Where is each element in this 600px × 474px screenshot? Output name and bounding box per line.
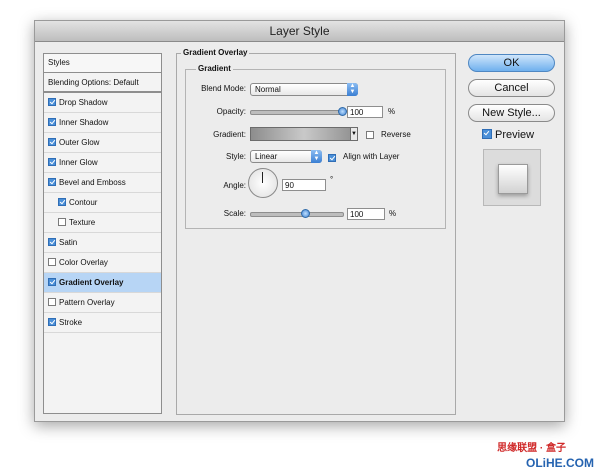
styles-header[interactable]: Styles bbox=[44, 54, 161, 73]
select-arrows-icon: ▲ ▼ bbox=[347, 83, 358, 96]
style-item-drop-shadow[interactable]: Drop Shadow bbox=[44, 93, 161, 113]
scale-label: Scale: bbox=[223, 209, 246, 218]
checkbox[interactable] bbox=[48, 178, 56, 186]
opacity-slider-knob[interactable] bbox=[338, 107, 347, 116]
checkbox[interactable] bbox=[48, 158, 56, 166]
style-item-color-overlay[interactable]: Color Overlay bbox=[44, 253, 161, 273]
checkbox[interactable] bbox=[48, 318, 56, 326]
preview-checkbox[interactable] bbox=[482, 129, 492, 139]
angle-unit: ° bbox=[330, 175, 334, 184]
group-title: Gradient bbox=[196, 64, 233, 73]
opacity-input[interactable]: 100 bbox=[347, 106, 383, 118]
gradient-dropdown-icon[interactable]: ▼ bbox=[350, 127, 358, 141]
scale-slider[interactable] bbox=[250, 212, 344, 217]
section-title: Gradient Overlay bbox=[181, 48, 250, 57]
checkbox[interactable] bbox=[48, 278, 56, 286]
blend-mode-select[interactable]: Normal ▲ ▼ bbox=[250, 83, 358, 96]
style-item-satin[interactable]: Satin bbox=[44, 233, 161, 253]
new-style-button[interactable]: New Style... bbox=[468, 104, 555, 122]
reverse-checkbox[interactable] bbox=[366, 131, 374, 139]
reverse-label: Reverse bbox=[381, 130, 411, 139]
style-item-stroke[interactable]: Stroke bbox=[44, 313, 161, 333]
style-item-outer-glow[interactable]: Outer Glow bbox=[44, 133, 161, 153]
scale-slider-knob[interactable] bbox=[301, 209, 310, 218]
ok-button[interactable]: OK bbox=[468, 54, 555, 72]
preview-toggle[interactable]: Preview bbox=[482, 129, 534, 141]
angle-input[interactable]: 90 bbox=[282, 179, 326, 191]
checkbox[interactable] bbox=[48, 258, 56, 266]
scale-input[interactable]: 100 bbox=[347, 208, 385, 220]
watermark-subtext: 思缘联盟 · 盒子 bbox=[497, 443, 566, 454]
angle-label: Angle: bbox=[223, 181, 246, 190]
watermark-logo: OLiHE.COM bbox=[526, 456, 594, 470]
dialog-title: Layer Style bbox=[35, 21, 564, 42]
opacity-slider[interactable] bbox=[250, 110, 344, 115]
gradient-label: Gradient: bbox=[213, 130, 246, 139]
style-item-texture[interactable]: Texture bbox=[44, 213, 161, 233]
align-with-layer-label: Align with Layer bbox=[343, 152, 400, 161]
blend-mode-label: Blend Mode: bbox=[201, 84, 246, 93]
checkbox[interactable] bbox=[48, 98, 56, 106]
select-arrows-icon: ▲ ▼ bbox=[311, 150, 322, 163]
checkbox[interactable] bbox=[48, 138, 56, 146]
checkbox[interactable] bbox=[48, 298, 56, 306]
style-item-bevel-emboss[interactable]: Bevel and Emboss bbox=[44, 173, 161, 193]
layer-style-dialog: Layer Style Styles Blending Options: Def… bbox=[34, 20, 565, 422]
checkbox[interactable] bbox=[58, 218, 66, 226]
checkbox[interactable] bbox=[48, 238, 56, 246]
scale-unit: % bbox=[389, 209, 397, 218]
align-with-layer-checkbox[interactable] bbox=[328, 154, 336, 162]
style-label: Style: bbox=[225, 152, 246, 161]
checkbox[interactable] bbox=[58, 198, 66, 206]
opacity-label: Opacity: bbox=[216, 107, 246, 116]
gradient-picker[interactable]: ▼ bbox=[250, 127, 358, 141]
style-select[interactable]: Linear ▲ ▼ bbox=[250, 150, 322, 163]
cancel-button[interactable]: Cancel bbox=[468, 79, 555, 97]
checkbox[interactable] bbox=[48, 118, 56, 126]
styles-list: Styles Blending Options: Default Drop Sh… bbox=[43, 53, 162, 414]
gradient-overlay-panel: Gradient Overlay Gradient Blend Mode: No… bbox=[176, 48, 456, 415]
preview-swatch bbox=[498, 164, 528, 194]
gradient-group: Gradient Blend Mode: Normal ▲ ▼ Opacity: … bbox=[185, 64, 446, 229]
style-item-gradient-overlay[interactable]: Gradient Overlay bbox=[44, 273, 161, 293]
angle-dial[interactable] bbox=[248, 168, 278, 198]
style-item-inner-glow[interactable]: Inner Glow bbox=[44, 153, 161, 173]
style-item-contour[interactable]: Contour bbox=[44, 193, 161, 213]
opacity-unit: % bbox=[388, 107, 396, 116]
style-item-inner-shadow[interactable]: Inner Shadow bbox=[44, 113, 161, 133]
preview-thumbnail bbox=[483, 149, 541, 206]
style-item-pattern-overlay[interactable]: Pattern Overlay bbox=[44, 293, 161, 313]
blending-options[interactable]: Blending Options: Default bbox=[44, 73, 161, 93]
